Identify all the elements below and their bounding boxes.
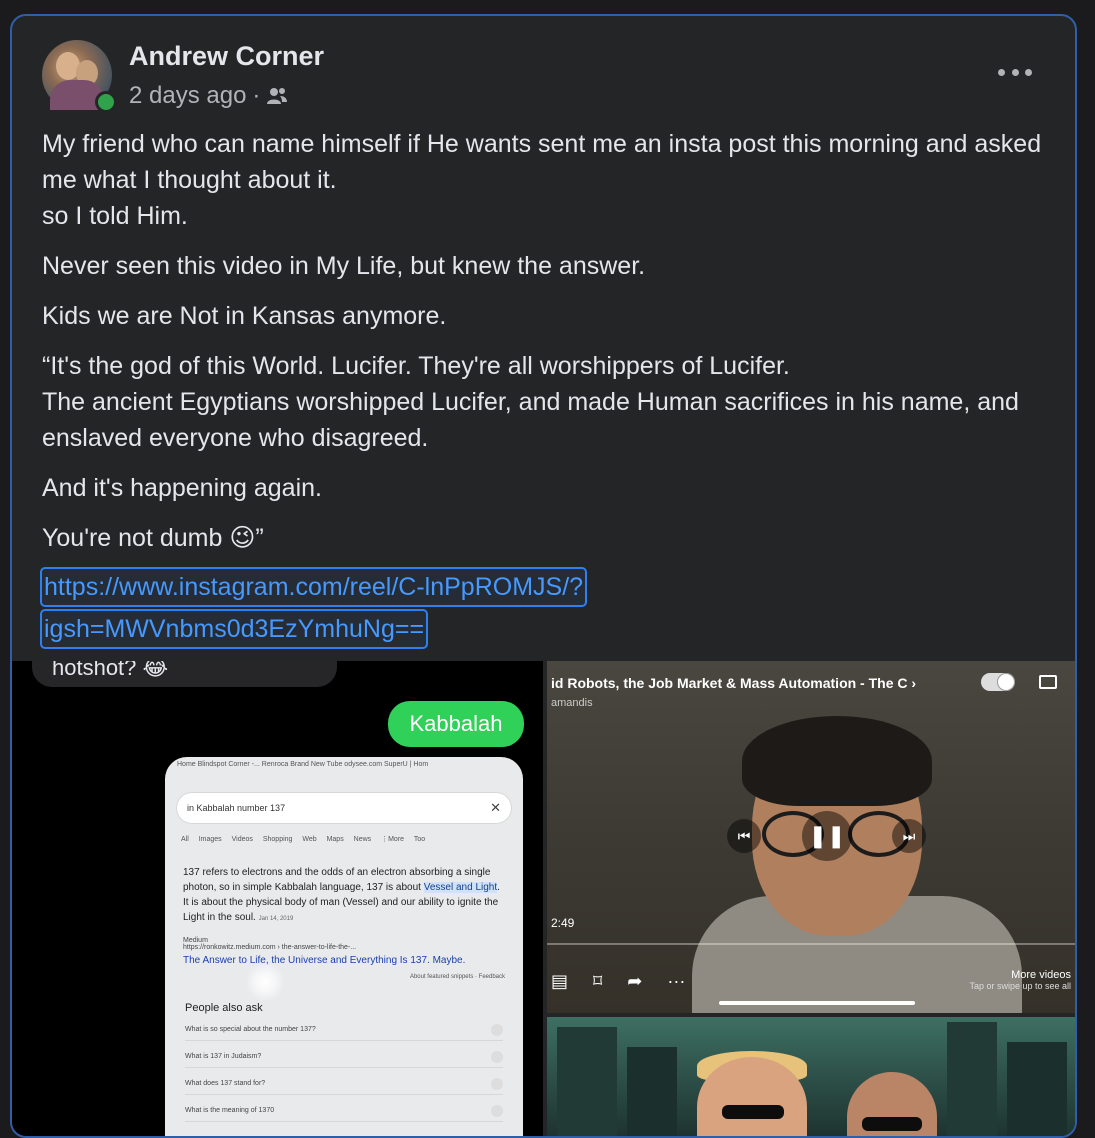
chevron-down-icon: [491, 1051, 503, 1063]
cast-icon: [1039, 675, 1057, 689]
search-nav: All Images Videos Shopping Web Maps News…: [181, 836, 426, 843]
video-action-icons: ▤ ⌑ ➦ ···: [551, 971, 685, 992]
previous-icon: ⏮: [727, 819, 761, 853]
more-videos: More videos Tap or swipe up to see all: [969, 969, 1071, 991]
post-meta: 2 days ago ·: [129, 82, 288, 110]
more-options-icon[interactable]: [998, 62, 1032, 82]
attached-image-video[interactable]: id Robots, the Job Market & Mass Automat…: [547, 661, 1075, 1013]
chevron-down-icon: [491, 1105, 503, 1117]
screen-glare: [245, 962, 285, 1002]
chevron-down-icon: [491, 1024, 503, 1036]
post-timestamp[interactable]: 2 days ago: [129, 82, 246, 110]
snippet-date: Jan 14, 2019: [258, 916, 294, 922]
featured-snippet: 137 refers to electrons and the odds of …: [183, 865, 505, 927]
video-progress-bar: [547, 943, 1075, 945]
chevron-right-icon: ›: [911, 675, 917, 691]
post-paragraph: You're not dumb 😉”: [42, 524, 264, 552]
people-also-ask-heading: People also ask: [185, 1002, 263, 1014]
outgoing-message-bubble: Kabbalah: [388, 701, 524, 747]
paa-question: What does 137 stand for?: [185, 1074, 503, 1095]
friends-icon: [267, 88, 288, 104]
attached-image-illustration[interactable]: [547, 1017, 1075, 1136]
message-text: hotshot? 😂: [52, 661, 169, 680]
snippet-feedback: About featured snippets · Feedback: [409, 974, 505, 980]
paa-question: What is the meaning of 1370: [185, 1101, 503, 1122]
link-text[interactable]: https://www.instagram.com/reel/C-lnPpROM…: [40, 567, 588, 607]
incoming-message-bubble: hotshot? 😂: [32, 661, 337, 687]
video-channel: amandis: [551, 697, 593, 709]
chevron-down-icon: [491, 1078, 503, 1090]
paa-question: What is 137 in Judaism?: [185, 1047, 503, 1068]
browser-tabs: Home Blindspot Corner -... Renroca Brand…: [177, 761, 429, 768]
comment-icon: ▤: [551, 971, 569, 991]
pause-icon: ❚❚: [802, 811, 852, 861]
more-icon: ···: [667, 971, 686, 991]
phone-screenshot: Home Blindspot Corner -... Renroca Brand…: [165, 757, 523, 1136]
bookmark-icon: ⌑: [593, 971, 603, 991]
source-name: Medium: [183, 937, 208, 944]
result-title: The Answer to Life, the Universe and Eve…: [183, 955, 466, 966]
share-icon: ➦: [627, 971, 643, 991]
separator-dot: ·: [252, 82, 261, 109]
video-frame-person: [692, 716, 1022, 1013]
video-title: id Robots, the Job Market & Mass Automat…: [551, 675, 917, 691]
post-card: Andrew Corner 2 days ago · My friend who…: [10, 14, 1077, 1138]
search-bar: in Kabbalah number 137 ✕: [177, 793, 511, 823]
home-indicator: [719, 1001, 915, 1005]
snippet-source: Medium https://ronkowitz.medium.com › th…: [183, 937, 505, 951]
post-paragraph: Never seen this video in My Life, but kn…: [42, 252, 646, 280]
autoplay-toggle-icon: [981, 673, 1015, 691]
snippet-highlight: Vessel and Light: [423, 882, 498, 893]
next-icon: ⏭: [892, 819, 926, 853]
author-name[interactable]: Andrew Corner: [129, 41, 324, 72]
post-paragraph: Kids we are Not in Kansas anymore.: [42, 302, 447, 330]
paa-question: What is so special about the number 137?: [185, 1020, 503, 1041]
online-status-icon: [95, 91, 117, 113]
post-paragraph: My friend who can name himself if He wan…: [42, 130, 1042, 230]
source-url: https://ronkowitz.medium.com › the-answe…: [183, 944, 357, 951]
instagram-link[interactable]: https://www.instagram.com/reel/C-lnPpROM…: [40, 567, 1040, 651]
link-text[interactable]: igsh=MWVnbms0d3EzYmhuNg==: [40, 609, 429, 649]
attached-image-chat[interactable]: hotshot? 😂 Kabbalah Home Blindspot Corne…: [12, 661, 543, 1136]
search-query: in Kabbalah number 137: [187, 803, 286, 813]
post-paragraph: “It's the god of this World. Lucifer. Th…: [42, 352, 1019, 452]
video-time: 2:49: [551, 916, 575, 930]
close-icon: ✕: [490, 800, 501, 815]
post-paragraph: And it's happening again.: [42, 474, 322, 502]
post-body: My friend who can name himself if He wan…: [42, 126, 1052, 570]
